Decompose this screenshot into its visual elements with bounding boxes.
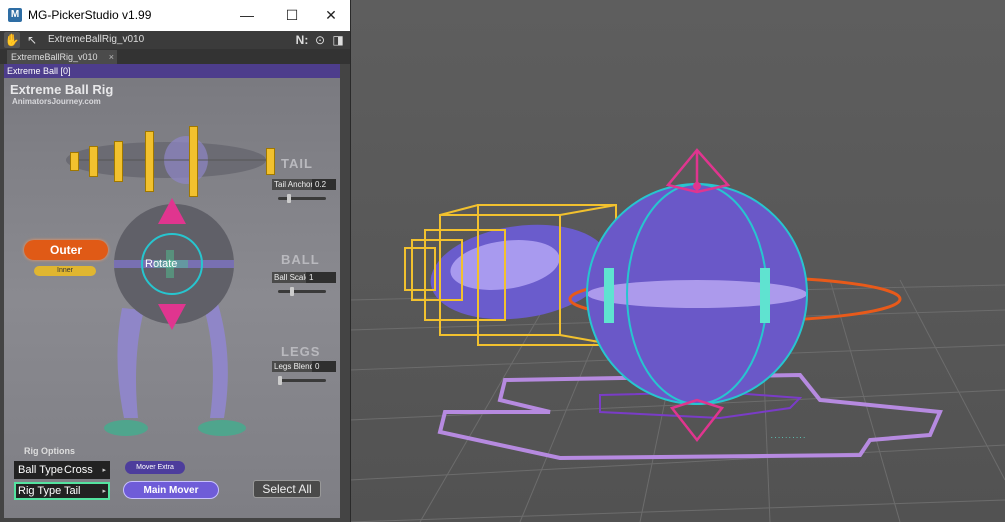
- picker-name: ExtremeBallRig_v010: [48, 34, 145, 45]
- rig-type-value: Tail: [64, 485, 81, 497]
- picker-canvas: Extreme Ball Rig AnimatorsJourney.com TA…: [4, 78, 340, 518]
- ball-type-label: Ball Type: [18, 464, 64, 476]
- pointer-tool-icon[interactable]: ↖: [24, 32, 40, 48]
- tab-bar: ExtremeBallRig_v010 ×: [0, 49, 350, 64]
- rig-type-dropdown[interactable]: Rig Type Tail ▸: [14, 482, 110, 500]
- mover-extra-button[interactable]: Mover Extra: [125, 461, 185, 474]
- viewport-scene: ..........: [350, 148, 1005, 522]
- minimize-button[interactable]: —: [236, 5, 258, 25]
- ball-section-label: BALL: [281, 252, 320, 267]
- picker-window: M MG-PickerStudio v1.99 — ☐ ✕ ✋ ↖ Extrem…: [0, 0, 351, 522]
- toolbar: ✋ ↖ ExtremeBallRig_v010 N: ⊙ ◨: [0, 31, 350, 49]
- hand-tool-icon[interactable]: ✋: [4, 32, 20, 48]
- tail-section-label: TAIL: [281, 156, 313, 171]
- rig-type-label: Rig Type: [18, 485, 62, 497]
- tail-anchor-slider[interactable]: [278, 194, 326, 203]
- ball-scale-slider[interactable]: [278, 287, 326, 296]
- window-title: MG-PickerStudio v1.99: [28, 8, 152, 22]
- namespace-icon[interactable]: N:: [294, 32, 310, 48]
- tail-control-4[interactable]: [145, 131, 154, 192]
- picker-header: Extreme Ball [0]: [4, 64, 340, 78]
- dropdown-arrow-icon: ▸: [102, 488, 106, 495]
- dropdown-arrow-icon: ▸: [102, 467, 106, 474]
- tail-anchor-label: Tail Anchor: [272, 179, 316, 190]
- legs-blend-slider[interactable]: [278, 376, 326, 385]
- app-logo-icon: M: [8, 8, 22, 22]
- refresh-icon[interactable]: ⊙: [312, 32, 328, 48]
- ball-type-dropdown[interactable]: Ball Type Cross ▸: [14, 461, 110, 479]
- maximize-button[interactable]: ☐: [281, 5, 303, 25]
- ball-type-value: Cross: [64, 464, 93, 476]
- tail-anchor-control[interactable]: [266, 148, 275, 175]
- legs-section-label: LEGS: [281, 344, 321, 359]
- legs-blend-input[interactable]: 0: [312, 361, 336, 372]
- ball-scale-input[interactable]: 1: [306, 272, 336, 283]
- tail-control-1[interactable]: [70, 152, 79, 171]
- tab-extremeballrig[interactable]: ExtremeBallRig_v010 ×: [7, 50, 117, 64]
- rotate-button[interactable]: Rotate: [145, 258, 177, 270]
- tail-control-2[interactable]: [89, 146, 98, 177]
- 3d-viewport[interactable]: ..........: [350, 0, 1005, 522]
- rig-options-label: Rig Options: [24, 446, 75, 456]
- panel-icon[interactable]: ◨: [330, 32, 346, 48]
- outer-button[interactable]: Outer: [24, 240, 108, 260]
- title-bar[interactable]: M MG-PickerStudio v1.99 — ☐ ✕: [0, 0, 350, 31]
- tail-anchor-input[interactable]: 0.2: [312, 179, 336, 190]
- tab-close-icon[interactable]: ×: [109, 50, 114, 64]
- svg-text:..........: ..........: [770, 433, 806, 440]
- inner-button[interactable]: Inner: [34, 266, 96, 276]
- tail-control-5[interactable]: [189, 126, 198, 197]
- select-all-button[interactable]: Select All: [253, 480, 321, 498]
- legs-blend-label: Legs Blend: [272, 361, 317, 372]
- close-button[interactable]: ✕: [320, 5, 342, 25]
- tab-label: ExtremeBallRig_v010: [11, 52, 98, 62]
- main-mover-button[interactable]: Main Mover: [123, 481, 219, 499]
- tail-control-3[interactable]: [114, 141, 123, 182]
